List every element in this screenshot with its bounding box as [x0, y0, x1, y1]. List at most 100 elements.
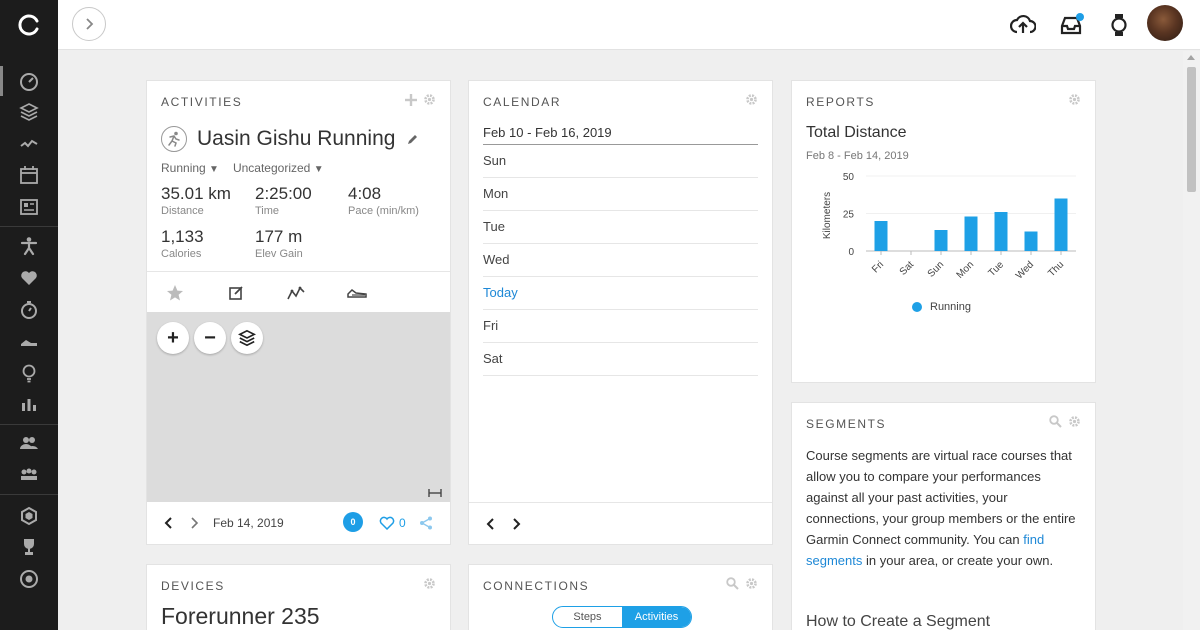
expand-nav-button[interactable]: [72, 7, 106, 41]
shoe-gear-icon[interactable]: [346, 283, 368, 303]
gear-icon[interactable]: [745, 93, 758, 106]
like-heart-icon[interactable]: [379, 516, 395, 530]
x-tick-label: Mon: [955, 259, 977, 281]
y-tick-label: 50: [843, 172, 855, 183]
devices-card-title: DEVICES: [161, 579, 225, 593]
reports-card-title: REPORTS: [806, 95, 875, 109]
scroll-thumb[interactable]: [1187, 67, 1196, 192]
watch-device-icon[interactable]: [1104, 10, 1134, 40]
insights-icon[interactable]: [17, 132, 41, 156]
activity-type-dropdown[interactable]: Running ▼: [161, 161, 219, 175]
news-icon[interactable]: [17, 195, 41, 219]
activities-card: ACTIVITIES Uasin Gishu Running Running ▼…: [146, 80, 451, 545]
calendar-day-fri[interactable]: Fri: [483, 310, 758, 343]
calendar-day-sun[interactable]: Sun: [483, 145, 758, 178]
map-layers-button[interactable]: [231, 322, 263, 354]
calendar-icon[interactable]: [17, 163, 41, 187]
chevron-left-icon[interactable]: [486, 518, 496, 530]
notification-dot: [1076, 13, 1084, 21]
calendar-day-tue[interactable]: Tue: [483, 211, 758, 244]
caret-down-icon: ▼: [313, 164, 324, 175]
bar-tue: [994, 212, 1008, 251]
health-heart-icon[interactable]: [17, 266, 41, 290]
insights-bulb-icon[interactable]: [17, 361, 41, 385]
activity-map[interactable]: + −: [147, 312, 450, 502]
scroll-up-arrow-icon[interactable]: [1187, 55, 1195, 60]
garmin-logo-icon[interactable]: [0, 0, 58, 50]
calendar-day-today[interactable]: Today: [483, 277, 758, 310]
chart-legend[interactable]: Running: [912, 301, 971, 313]
stat-calories: 1,133 Calories: [161, 227, 204, 260]
device-name[interactable]: Forerunner 235: [161, 603, 320, 630]
chevron-right-icon[interactable]: [189, 517, 199, 529]
gear-icon[interactable]: [423, 93, 436, 106]
legend-dot-running: [912, 302, 922, 312]
dashboard-icon[interactable]: [17, 69, 41, 93]
gear-icon[interactable]: [1068, 415, 1081, 428]
create-segment-heading: How to Create a Segment: [806, 613, 991, 630]
calendar-day-sat[interactable]: Sat: [483, 343, 758, 376]
report-chart-title[interactable]: Total Distance: [806, 124, 907, 142]
calendar-week-range: Feb 10 - Feb 16, 2019: [483, 125, 758, 145]
edit-pencil-icon[interactable]: [407, 133, 419, 145]
search-icon[interactable]: [726, 577, 739, 590]
segments-card: SEGMENTS Course segments are virtual rac…: [791, 402, 1096, 630]
stat-time: 2:25:00 Time: [255, 184, 312, 217]
calendar-card: CALENDAR Feb 10 - Feb 16, 2019 Sun Mon T…: [468, 80, 773, 545]
nav-separator: [0, 226, 58, 227]
left-nav: [0, 0, 58, 630]
zoom-out-button[interactable]: −: [194, 322, 226, 354]
connections-icon[interactable]: [17, 431, 41, 455]
caret-down-icon: ▼: [209, 164, 219, 175]
reports-bar-chart-icon[interactable]: [17, 392, 41, 416]
segments-description: Course segments are virtual race courses…: [806, 448, 1076, 568]
training-icon[interactable]: [17, 234, 41, 258]
upload-cloud-icon[interactable]: [1008, 10, 1038, 40]
toggle-steps[interactable]: Steps: [553, 607, 622, 627]
comments-count-badge[interactable]: 0: [343, 512, 363, 532]
nav-separator: [0, 424, 58, 425]
inbox-icon[interactable]: [1056, 10, 1086, 40]
calendar-footer: [469, 502, 772, 544]
user-avatar[interactable]: [1147, 5, 1183, 41]
groups-icon[interactable]: [17, 462, 41, 486]
likes-count: 0: [399, 516, 406, 530]
activity-name[interactable]: Uasin Gishu Running: [197, 127, 395, 151]
target-icon[interactable]: [17, 567, 41, 591]
activities-card-title: ACTIVITIES: [161, 95, 243, 109]
chevron-right-icon: [86, 18, 94, 30]
layers-icon[interactable]: [17, 100, 41, 124]
x-tick-label: Wed: [1014, 259, 1036, 281]
stat-elev-gain: 177 m Elev Gain: [255, 227, 303, 260]
search-icon[interactable]: [1049, 415, 1062, 428]
edit-note-icon[interactable]: [226, 283, 246, 303]
segments-card-title: SEGMENTS: [806, 417, 887, 431]
toggle-activities[interactable]: Activities: [622, 607, 691, 627]
calendar-day-mon[interactable]: Mon: [483, 178, 758, 211]
chevron-left-icon[interactable]: [164, 517, 174, 529]
chevron-right-icon[interactable]: [511, 518, 521, 530]
activity-toolbar: [147, 271, 450, 311]
favorite-star-icon[interactable]: [165, 283, 185, 303]
page-scrollbar[interactable]: [1183, 51, 1200, 630]
add-plus-icon[interactable]: [405, 93, 417, 106]
nav-separator: [0, 494, 58, 495]
calendar-day-wed[interactable]: Wed: [483, 244, 758, 277]
trophy-icon[interactable]: [17, 535, 41, 559]
stopwatch-icon[interactable]: [17, 298, 41, 322]
connections-card-title: CONNECTIONS: [483, 579, 590, 593]
connections-toggle: Steps Activities: [552, 606, 692, 628]
activity-footer: Feb 14, 2019 0 0: [147, 502, 450, 544]
layers-icon: [238, 329, 256, 347]
gear-icon[interactable]: [745, 577, 758, 590]
chart-line-icon[interactable]: [286, 283, 306, 303]
x-tick-label: Tue: [986, 259, 1006, 279]
activity-category-dropdown[interactable]: Uncategorized ▼: [233, 161, 324, 175]
bar-wed: [1024, 231, 1038, 251]
share-icon[interactable]: [419, 516, 433, 530]
zoom-in-button[interactable]: +: [157, 322, 189, 354]
gear-icon[interactable]: [1068, 93, 1081, 106]
gear-icon[interactable]: [423, 577, 436, 590]
gear-shoe-icon[interactable]: [17, 329, 41, 353]
badges-hexagon-icon[interactable]: [17, 504, 41, 528]
